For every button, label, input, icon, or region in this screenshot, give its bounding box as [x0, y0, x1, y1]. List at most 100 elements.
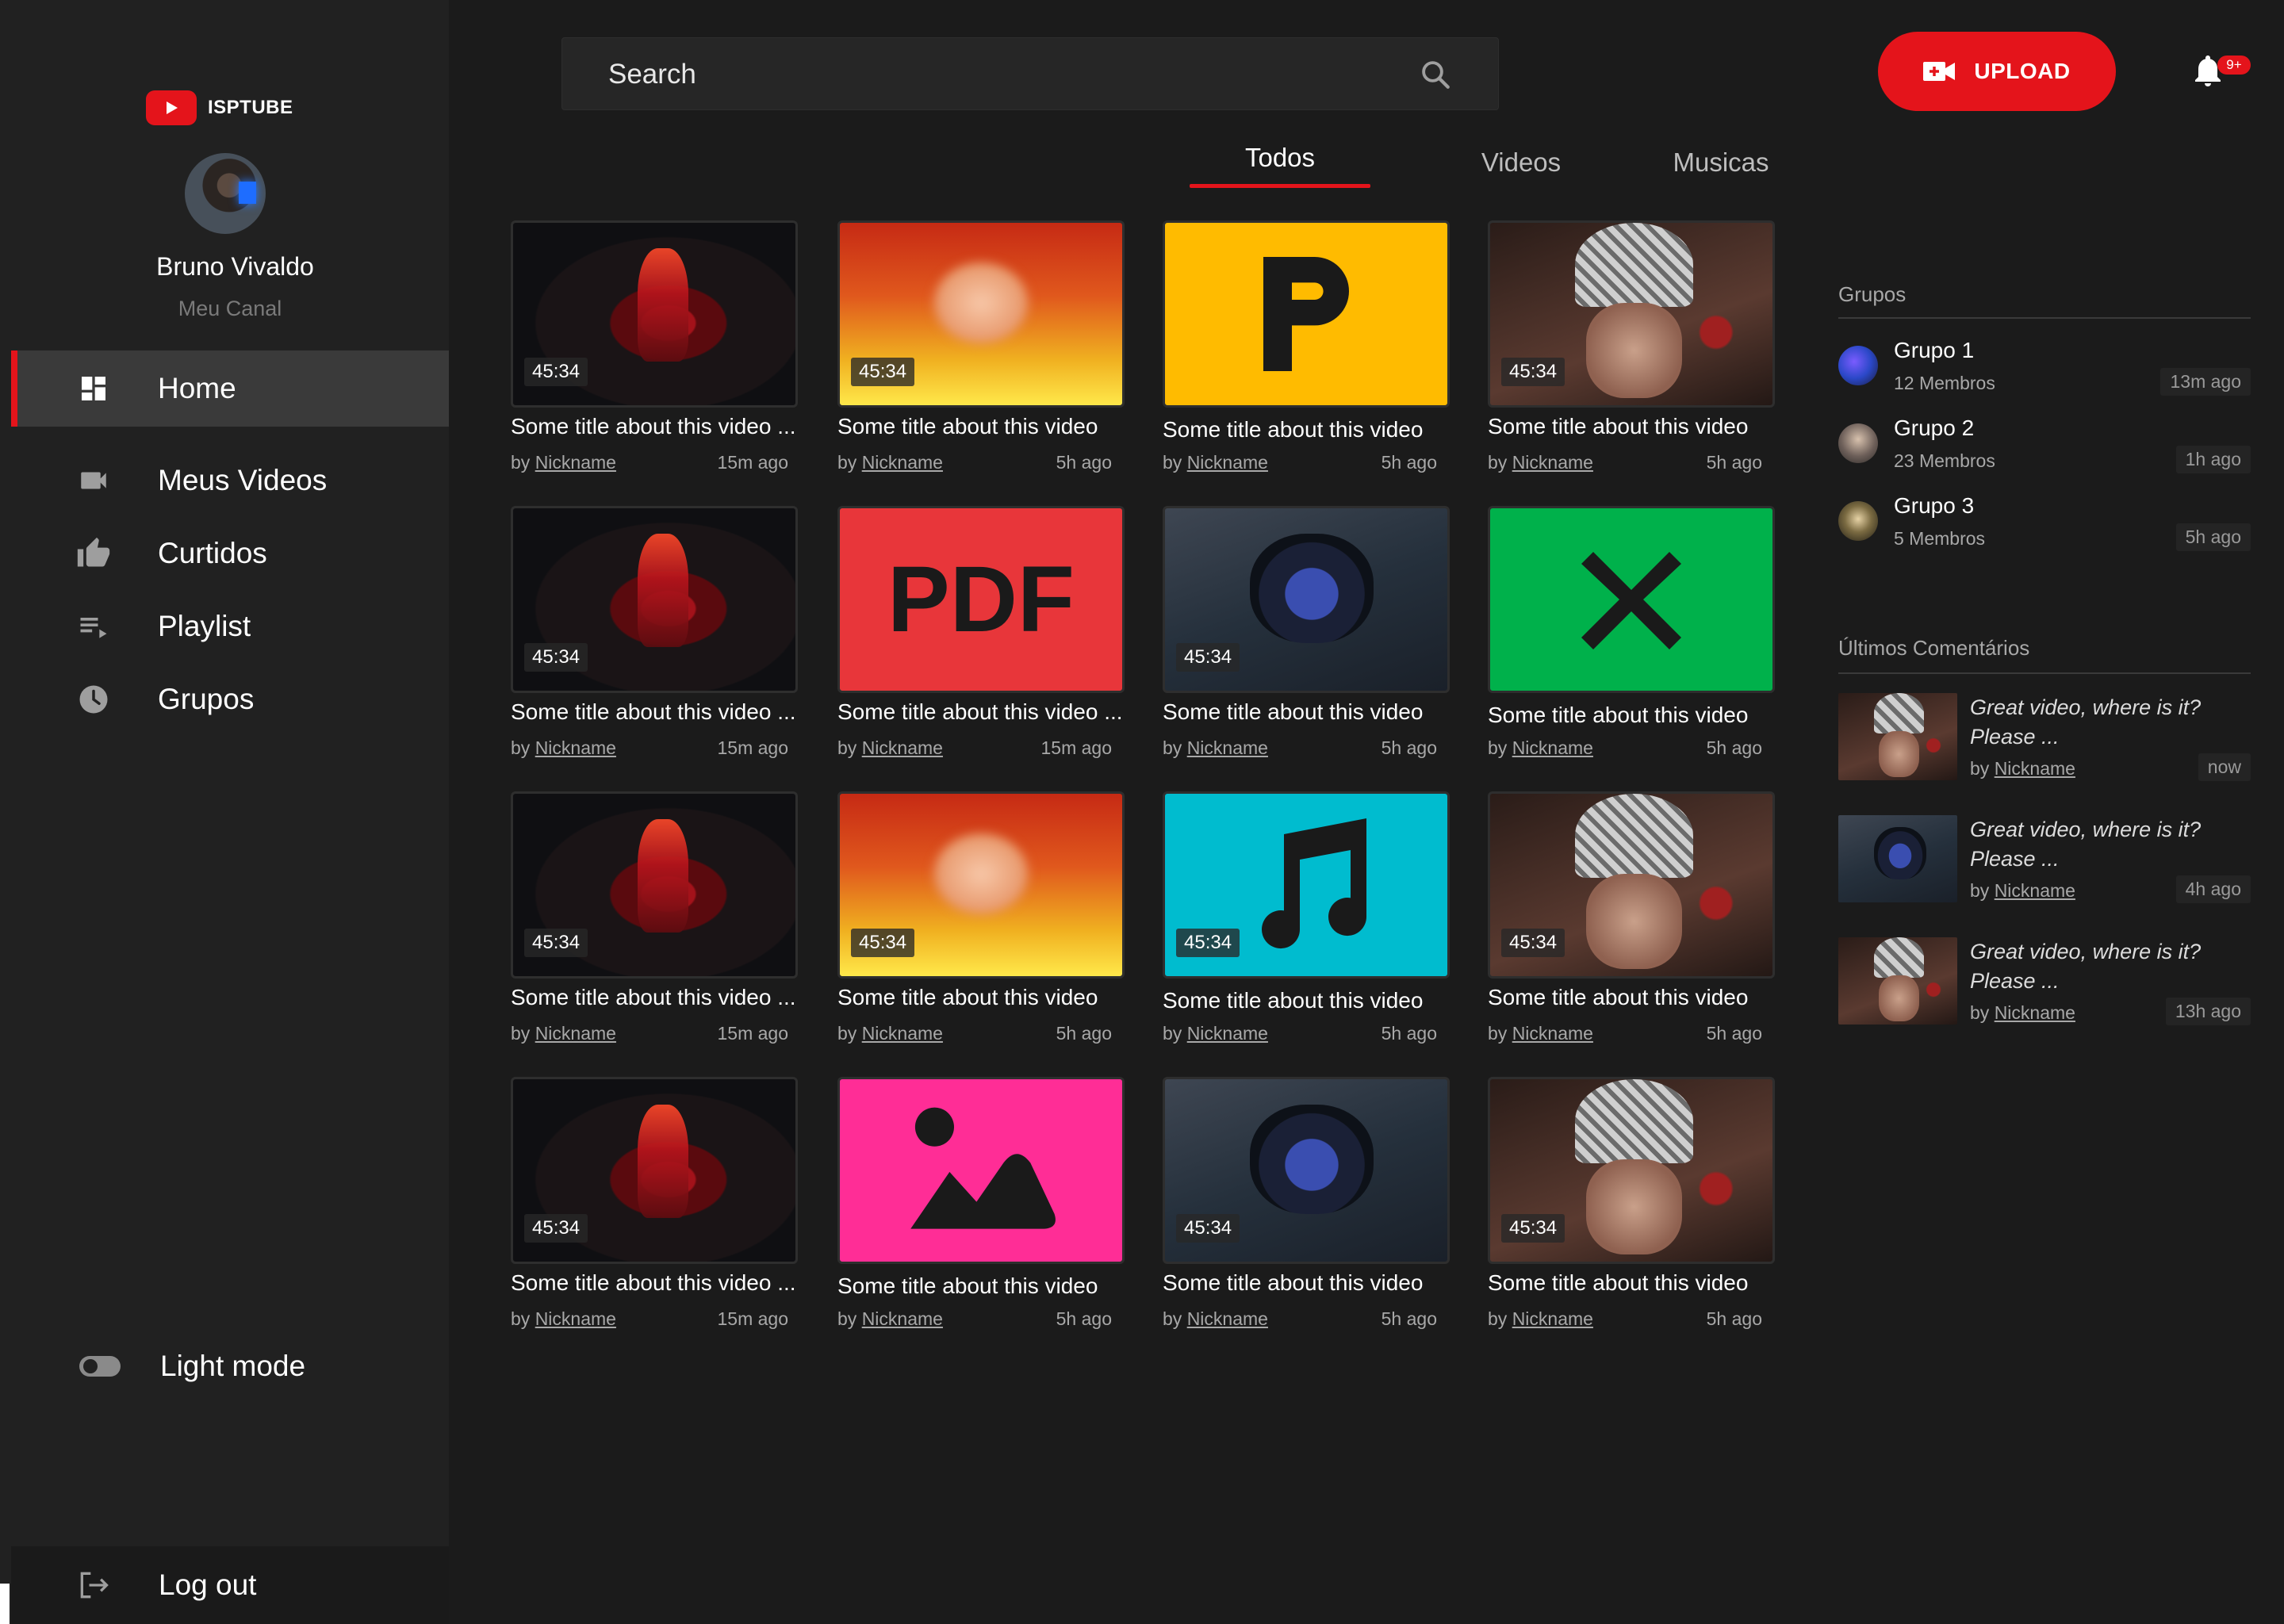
app-logo[interactable]: ISPTUBE: [146, 90, 293, 125]
light-mode-toggle[interactable]: Light mode: [11, 1332, 449, 1404]
video-card[interactable]: 45:34 Some title about this video ... by N…: [511, 1077, 798, 1339]
comment-item[interactable]: Great video, where is it? Please ... by N…: [1838, 693, 2251, 788]
tab-musicas[interactable]: Musicas: [1657, 147, 1784, 195]
video-thumbnail[interactable]: PDF: [837, 506, 1125, 693]
video-card[interactable]: PDF Some title about this video ... by Nic…: [837, 506, 1125, 768]
video-thumbnail[interactable]: [1163, 220, 1450, 408]
author-link[interactable]: Nickname: [535, 1023, 616, 1044]
video-title[interactable]: Some title about this video ...: [511, 1270, 804, 1296]
video-thumbnail[interactable]: 45:34: [511, 1077, 798, 1264]
video-title[interactable]: Some title about this video: [1488, 985, 1781, 1010]
video-title[interactable]: Some title about this video: [1163, 417, 1456, 442]
search-icon[interactable]: [1419, 58, 1452, 91]
logout-label: Log out: [159, 1568, 257, 1601]
video-title[interactable]: Some title about this video: [1163, 699, 1456, 725]
video-card[interactable]: Some title about this video by Nickname 5h…: [1163, 220, 1450, 482]
comment-item[interactable]: Great video, where is it? Please ... by N…: [1838, 815, 2251, 910]
video-thumbnail[interactable]: [1488, 506, 1775, 693]
author-link[interactable]: Nickname: [862, 1308, 943, 1329]
video-title[interactable]: Some title about this video: [1163, 988, 1456, 1013]
video-thumbnail[interactable]: 45:34: [511, 220, 798, 408]
video-card[interactable]: 45:34 Some title about this video by Nickn…: [1488, 1077, 1775, 1339]
sidebar-item-playlist[interactable]: Playlist: [11, 588, 449, 665]
author-link[interactable]: Nickname: [1995, 758, 2075, 779]
author-link[interactable]: Nickname: [1995, 880, 2075, 901]
video-card[interactable]: 45:34 Some title about this video by Nickn…: [837, 791, 1125, 1053]
video-title[interactable]: Some title about this video: [837, 414, 1131, 439]
logout-button[interactable]: Log out: [11, 1546, 449, 1624]
video-thumbnail[interactable]: 45:34: [1488, 220, 1775, 408]
upload-button[interactable]: UPLOAD: [1878, 32, 2116, 111]
author-link[interactable]: Nickname: [535, 1308, 616, 1329]
video-card[interactable]: Some title about this video by Nickname 5h…: [1488, 506, 1775, 768]
video-title[interactable]: Some title about this video: [1488, 703, 1781, 728]
author-link[interactable]: Nickname: [1512, 452, 1593, 473]
video-title[interactable]: Some title about this video: [837, 985, 1131, 1010]
video-card[interactable]: 45:34 Some title about this video ... by N…: [511, 791, 798, 1053]
video-thumbnail[interactable]: 45:34: [1163, 791, 1450, 979]
profile-avatar[interactable]: [185, 153, 266, 234]
video-thumbnail[interactable]: 45:34: [837, 791, 1125, 979]
author-link[interactable]: Nickname: [862, 452, 943, 473]
author-link[interactable]: Nickname: [1512, 737, 1593, 758]
video-card[interactable]: 45:34 Some title about this video by Nickn…: [1163, 506, 1450, 768]
tab-videos[interactable]: Videos: [1458, 147, 1585, 195]
video-title[interactable]: Some title about this video: [1488, 414, 1781, 439]
group-item[interactable]: Grupo 1 12 Membros 13m ago: [1838, 338, 2251, 406]
author-link[interactable]: Nickname: [1187, 1308, 1268, 1329]
video-thumbnail[interactable]: 45:34: [1488, 1077, 1775, 1264]
video-card[interactable]: Some title about this video by Nickname 5h…: [837, 1077, 1125, 1339]
video-card[interactable]: 45:34 Some title about this video ... by N…: [511, 506, 798, 768]
video-time-ago: 5h ago: [1706, 452, 1762, 473]
search-input[interactable]: [608, 38, 1401, 111]
author-link[interactable]: Nickname: [535, 737, 616, 758]
video-meta: by Nickname 5h ago: [837, 1308, 1112, 1330]
sidebar-item-meus-videos[interactable]: Meus Videos: [11, 442, 449, 519]
author-link[interactable]: Nickname: [862, 737, 943, 758]
comment-video-thumbnail[interactable]: [1838, 693, 1957, 780]
video-thumbnail[interactable]: 45:34: [1163, 1077, 1450, 1264]
group-time-badge: 13m ago: [2160, 368, 2251, 396]
video-thumbnail[interactable]: [837, 1077, 1125, 1264]
tab-todos[interactable]: Todos: [1190, 143, 1370, 190]
video-title[interactable]: Some title about this video: [837, 1274, 1131, 1299]
comment-video-thumbnail[interactable]: [1838, 815, 1957, 902]
my-channel-link[interactable]: Meu Canal: [0, 297, 460, 321]
group-item[interactable]: Grupo 2 23 Membros 1h ago: [1838, 416, 2251, 484]
video-title[interactable]: Some title about this video: [1488, 1270, 1781, 1296]
video-thumbnail[interactable]: 45:34: [511, 791, 798, 979]
video-card[interactable]: 45:34 Some title about this video by Nickn…: [837, 220, 1125, 482]
author-link[interactable]: Nickname: [862, 1023, 943, 1044]
video-duration: 45:34: [524, 929, 588, 957]
by-prefix: by: [1163, 1023, 1182, 1044]
group-item[interactable]: Grupo 3 5 Membros 5h ago: [1838, 493, 2251, 561]
image-icon: [910, 1107, 1056, 1229]
video-title[interactable]: Some title about this video ...: [837, 699, 1131, 725]
video-card[interactable]: 45:34 Some title about this video by Nickn…: [1163, 791, 1450, 1053]
author-link[interactable]: Nickname: [1187, 1023, 1268, 1044]
video-thumbnail[interactable]: 45:34: [1163, 506, 1450, 693]
author-link[interactable]: Nickname: [535, 452, 616, 473]
sidebar-item-grupos[interactable]: Grupos: [11, 661, 449, 737]
comment-video-thumbnail[interactable]: [1838, 937, 1957, 1025]
by-prefix: by: [1488, 737, 1508, 758]
video-thumbnail[interactable]: 45:34: [511, 506, 798, 693]
video-title[interactable]: Some title about this video: [1163, 1270, 1456, 1296]
comment-item[interactable]: Great video, where is it? Please ... by N…: [1838, 937, 2251, 1032]
video-title[interactable]: Some title about this video ...: [511, 699, 804, 725]
author-link[interactable]: Nickname: [1187, 737, 1268, 758]
video-thumbnail[interactable]: 45:34: [1488, 791, 1775, 979]
sidebar-item-home[interactable]: Home: [11, 350, 449, 427]
video-card[interactable]: 45:34 Some title about this video ... by N…: [511, 220, 798, 482]
video-card[interactable]: 45:34 Some title about this video by Nickn…: [1488, 791, 1775, 1053]
sidebar-item-curtidos[interactable]: Curtidos: [11, 515, 449, 592]
author-link[interactable]: Nickname: [1512, 1023, 1593, 1044]
author-link[interactable]: Nickname: [1995, 1002, 2075, 1023]
video-thumbnail[interactable]: 45:34: [837, 220, 1125, 408]
video-title[interactable]: Some title about this video ...: [511, 985, 804, 1010]
video-card[interactable]: 45:34 Some title about this video by Nickn…: [1163, 1077, 1450, 1339]
video-title[interactable]: Some title about this video ...: [511, 414, 804, 439]
video-card[interactable]: 45:34 Some title about this video by Nickn…: [1488, 220, 1775, 482]
author-link[interactable]: Nickname: [1512, 1308, 1593, 1329]
author-link[interactable]: Nickname: [1187, 452, 1268, 473]
